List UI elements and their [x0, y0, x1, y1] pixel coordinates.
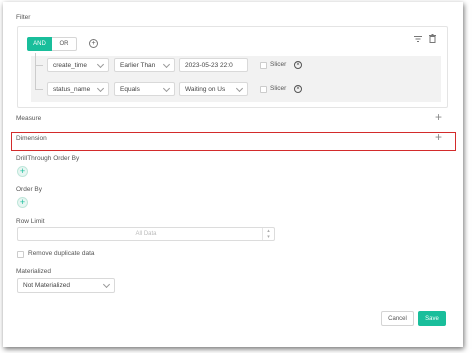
trash-icon[interactable] — [429, 34, 436, 43]
filter-label: Filter — [16, 14, 31, 21]
value-text: 2023-05-23 22:0 — [185, 61, 233, 69]
filter-box: AND OR + create_time Earlier Than 2023-0… — [17, 26, 448, 108]
value-input[interactable]: 2023-05-23 22:0 — [179, 58, 248, 72]
field-value: create_time — [53, 61, 87, 69]
slicer-checkbox[interactable] — [260, 62, 267, 69]
add-orderby-icon[interactable]: + — [17, 197, 28, 208]
drillthrough-label: DrillThrough Order By — [16, 155, 80, 162]
clear-circle-icon[interactable]: × — [294, 61, 302, 69]
operator-value: Earlier Than — [120, 61, 156, 69]
materialized-value: Not Materialized — [23, 282, 70, 289]
chevron-down-icon — [162, 84, 171, 93]
field-select[interactable]: status_name — [47, 82, 109, 96]
save-button[interactable]: Save — [418, 311, 446, 326]
tree-branch — [35, 65, 43, 66]
query-config-panel: Filter AND OR + create_time Earlier Than — [3, 2, 463, 347]
rowlimit-input[interactable]: All Data ▴ ▾ — [17, 227, 275, 241]
logic-toggle: AND OR — [27, 37, 77, 51]
orderby-label: Order By — [16, 186, 43, 193]
and-button[interactable]: AND — [27, 37, 52, 51]
measure-label: Measure — [16, 115, 42, 122]
materialized-select[interactable]: Not Materialized — [17, 278, 115, 293]
slicer-label: Slicer — [270, 85, 287, 92]
cancel-button[interactable]: Cancel — [381, 311, 414, 326]
slicer-checkbox[interactable] — [260, 86, 267, 93]
remove-duplicate-label: Remove duplicate data — [28, 250, 95, 257]
chevron-down-icon — [235, 84, 244, 93]
chevron-down-icon — [96, 60, 105, 69]
operator-select[interactable]: Earlier Than — [114, 58, 175, 72]
chevron-down-icon — [96, 84, 105, 93]
operator-value: Equals — [120, 85, 140, 93]
add-measure-icon[interactable]: + — [435, 110, 442, 124]
field-select[interactable]: create_time — [47, 58, 109, 72]
rowlimit-label: Row Limit — [16, 218, 45, 225]
dimension-highlight — [11, 132, 456, 151]
tree-connector — [35, 53, 36, 89]
remove-duplicate-checkbox[interactable] — [17, 251, 24, 258]
add-condition-icon[interactable]: + — [89, 39, 98, 48]
add-dimension-icon[interactable]: + — [435, 130, 442, 144]
materialized-label: Materialized — [16, 268, 52, 275]
operator-select[interactable]: Equals — [114, 82, 175, 96]
rowlimit-placeholder: All Data — [135, 231, 157, 237]
stepper-icon[interactable]: ▴ ▾ — [262, 228, 274, 240]
chevron-down-icon — [162, 60, 171, 69]
tree-branch — [35, 89, 43, 90]
or-button[interactable]: OR — [52, 37, 77, 51]
add-drillthrough-icon[interactable]: + — [17, 166, 28, 177]
filter-settings-icon[interactable] — [414, 35, 423, 43]
value-text: Waiting on Us — [185, 85, 226, 93]
slicer-label: Slicer — [270, 61, 287, 68]
clear-circle-icon[interactable]: × — [294, 85, 302, 93]
field-value: status_name — [53, 85, 91, 93]
chevron-down-icon — [102, 280, 111, 289]
value-select[interactable]: Waiting on Us — [179, 82, 248, 96]
dimension-label: Dimension — [16, 135, 47, 142]
